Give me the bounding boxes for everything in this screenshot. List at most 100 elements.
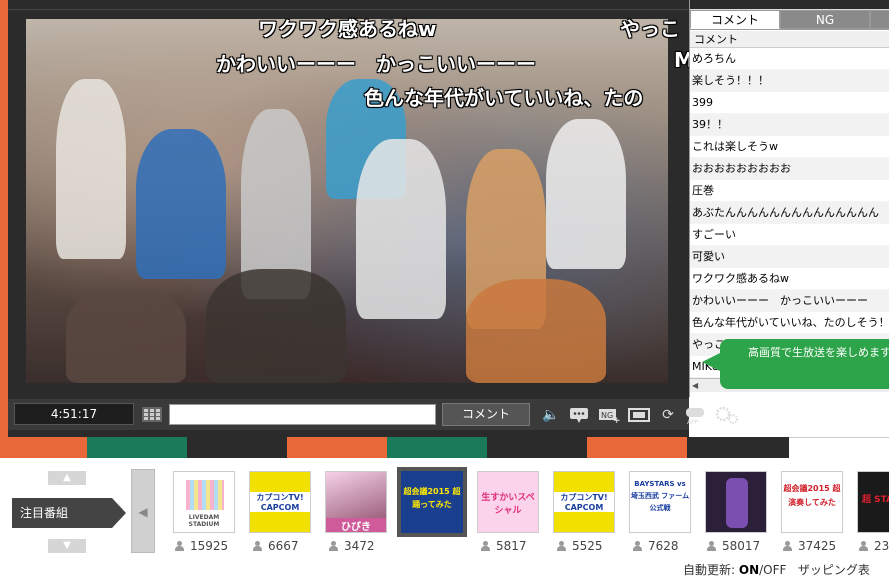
crowd-figure: [66, 289, 186, 383]
program-thumb-idol[interactable]: ひびき: [325, 471, 387, 533]
viewer-number: 6667: [268, 539, 299, 553]
viewer-number: 7628: [648, 539, 679, 553]
comment-submit-button[interactable]: コメント: [442, 403, 530, 426]
crowd-figure: [356, 139, 446, 319]
comment-row[interactable]: 楽しそう！！！: [690, 70, 889, 92]
viewer-count: 37425: [783, 539, 836, 553]
color-stripe: [0, 437, 889, 458]
viewer-number: 5525: [572, 539, 603, 553]
grid-icon[interactable]: [142, 407, 162, 422]
viewer-icon: [175, 541, 184, 551]
comment-tabs: コメント NG: [690, 9, 889, 30]
player-top-bar: [8, 0, 689, 10]
viewer-count: 7628: [633, 539, 679, 553]
comment-row[interactable]: 圧巻: [690, 180, 889, 202]
livedam-logo-icon: [186, 480, 224, 510]
program-thumb-capcom[interactable]: カプコンTV! CAPCOM: [249, 471, 311, 533]
program-thumb-dance[interactable]: 超会議2015 超踊ってみた: [397, 467, 467, 537]
viewer-icon: [783, 541, 792, 551]
viewer-count: 23: [859, 539, 889, 553]
comment-toggle-icon[interactable]: [569, 406, 589, 424]
program-thumb-partial[interactable]: 超 STA: [857, 471, 889, 533]
playback-time: 4:51:17: [14, 403, 134, 425]
auto-update-label: 自動更新:: [683, 563, 736, 577]
comment-row[interactable]: 色んな年代がいていいね、たのしそう！: [690, 312, 889, 334]
viewer-icon: [633, 541, 642, 551]
thumb-text: BAYSTARS vs 埼玉西武 ファーム公式戦: [630, 480, 690, 512]
thumb-text: カプコンTV! CAPCOM: [554, 492, 614, 512]
overlay-comment: ワクワク感あるねw: [258, 17, 437, 41]
comment-column-header[interactable]: コメント: [690, 31, 889, 48]
ng-settings-icon[interactable]: NG +: [598, 406, 621, 426]
comment-row[interactable]: あぶたんんんんんんんんんんんんんん: [690, 202, 889, 224]
viewer-count: 6667: [253, 539, 299, 553]
program-thumb-pink[interactable]: 生すかいスペシャル: [477, 471, 539, 533]
tooltip-tail: [702, 352, 722, 372]
scroll-up-button[interactable]: ▲: [48, 471, 86, 485]
thumb-text: カプコンTV! CAPCOM: [250, 492, 310, 512]
comment-row[interactable]: 399: [690, 92, 889, 114]
thumb-text: ひびき: [326, 518, 386, 532]
comment-row[interactable]: かわいいーーー かっこいいーーー: [690, 290, 889, 312]
player-controls: 4:51:17 コメント 🔈 NG + ⟳: [8, 399, 689, 430]
program-thumb-play[interactable]: 超会議2015 超演奏してみた: [781, 471, 843, 533]
auto-update-off[interactable]: /OFF: [759, 563, 786, 577]
comment-row[interactable]: 可愛い: [690, 246, 889, 268]
volume-icon[interactable]: 🔈: [541, 406, 561, 424]
gamepad-icon[interactable]: APP: [684, 405, 706, 426]
program-thumb-livedam[interactable]: LIVEDAM STADIUM: [173, 471, 235, 533]
thumb-text: 生すかいスペシャル: [481, 493, 535, 516]
crowd-figure: [466, 279, 606, 383]
scroll-left-arrow-icon[interactable]: ◀: [692, 381, 702, 391]
video-player: ワクワク感あるねw やっこ かわいいーーー かっこいいーーー M 色んな年代がい…: [8, 0, 694, 437]
auto-update-toggle[interactable]: 自動更新: ON/OFF ザッピング表: [683, 561, 870, 578]
viewer-icon: [557, 541, 566, 551]
comment-row[interactable]: すごーい: [690, 224, 889, 246]
scroll-left-button[interactable]: ◀: [131, 469, 155, 553]
tab-comments[interactable]: コメント: [690, 10, 780, 29]
overlay-comment: 色んな年代がいていいね、たの: [364, 86, 644, 110]
tab-ng[interactable]: NG: [780, 10, 870, 29]
hd-tooltip[interactable]: 高画質で生放送を楽しめます: [720, 339, 889, 389]
program-thumb-character[interactable]: [705, 471, 767, 533]
viewer-icon: [707, 541, 716, 551]
svg-text:+: +: [613, 416, 620, 424]
program-bar: ▲ 注目番組 ▼ ◀ LIVEDAM STADIUM カプコンTV! CAPCO…: [0, 458, 889, 583]
thumb-text: 超会議2015 超踊ってみた: [403, 487, 461, 509]
viewer-count: 5525: [557, 539, 603, 553]
program-thumb-baseball[interactable]: BAYSTARS vs 埼玉西武 ファーム公式戦: [629, 471, 691, 533]
overlay-comment: かわいいーーー かっこいいーーー: [216, 52, 536, 76]
tab-extra[interactable]: [870, 10, 889, 29]
viewer-count: 58017: [707, 539, 760, 553]
crowd-figure: [136, 129, 226, 279]
viewer-count: 3472: [329, 539, 375, 553]
settings-gear-icon[interactable]: [714, 405, 740, 425]
viewer-number: 3472: [344, 539, 375, 553]
viewer-count: 5817: [481, 539, 527, 553]
comment-panel: コメント NG コメント めろちん 楽しそう！！！ 399 39！！ これは楽し…: [689, 0, 889, 397]
viewer-icon: [859, 541, 868, 551]
comment-row[interactable]: めろちん: [690, 48, 889, 70]
program-thumb-capcom[interactable]: カプコンTV! CAPCOM: [553, 471, 615, 533]
viewer-number: 37425: [798, 539, 837, 553]
viewer-number: 15925: [190, 539, 229, 553]
thumb-text: 超会議2015 超演奏してみた: [783, 484, 841, 507]
overlay-comment: やっこ: [620, 17, 680, 41]
auto-update-on[interactable]: ON: [739, 563, 759, 577]
viewer-number: 23: [874, 539, 889, 553]
viewer-count: 15925: [175, 539, 228, 553]
zapping-link[interactable]: ザッピング表: [798, 563, 870, 577]
scroll-down-button[interactable]: ▼: [48, 539, 86, 553]
comment-row[interactable]: これは楽しそうw: [690, 136, 889, 158]
left-accent-strip: [0, 0, 8, 437]
viewer-icon: [329, 541, 338, 551]
comment-input[interactable]: [169, 404, 436, 425]
attention-arrow-icon: [112, 498, 126, 528]
comment-row[interactable]: 39！！: [690, 114, 889, 136]
comment-row[interactable]: おおおおおおおおお: [690, 158, 889, 180]
crowd-figure: [546, 119, 626, 269]
screen-mode-icon[interactable]: [628, 406, 650, 424]
character-icon: [726, 478, 748, 528]
comment-row[interactable]: ワクワク感あるねw: [690, 268, 889, 290]
reload-icon[interactable]: ⟳: [658, 406, 678, 424]
